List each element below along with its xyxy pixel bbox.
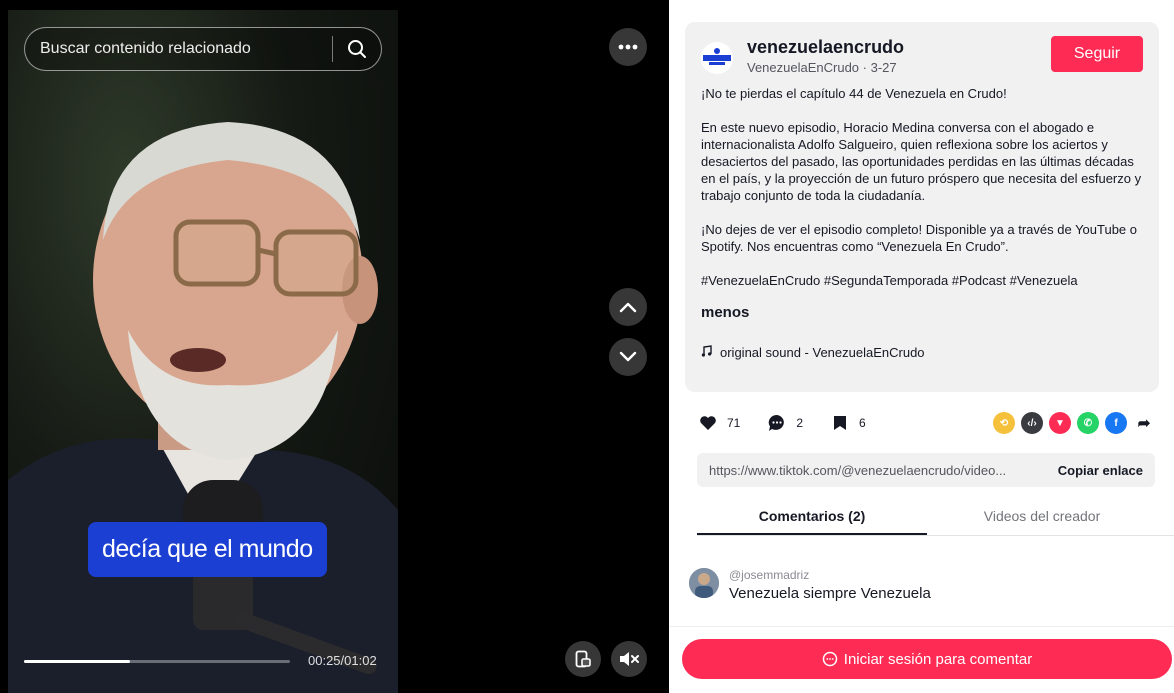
facebook-icon[interactable]: f [1105,412,1127,434]
copy-link-box: https://www.tiktok.com/@venezuelaencrudo… [697,453,1155,487]
ellipsis-icon [618,44,638,50]
comment-item: @josemmadriz Venezuela siempre Venezuela [689,568,931,602]
tab-comments[interactable]: Comentarios (2) [697,500,927,535]
time-readout: 00:25/01:02 [308,653,377,668]
comment-bubble-icon [822,651,838,667]
description-paragraph: ¡No dejes de ver el episodio completo! D… [701,222,1138,254]
progress-bar[interactable] [24,660,290,663]
follow-button[interactable]: Seguir [1051,36,1143,72]
whatsapp-icon[interactable]: ✆ [1077,412,1099,434]
music-label: original sound - VenezuelaEnCrudo [720,345,925,360]
side-panel: venezuelaencrudo VenezuelaEnCrudo · 3-27… [669,0,1174,693]
comment-text: Venezuela siempre Venezuela [729,585,931,602]
save-count: 6 [859,416,866,430]
login-bar: Iniciar sesión para comentar [669,626,1174,693]
comment-username[interactable]: @josemmadriz [729,568,931,582]
repost-icon[interactable]: ⟲ [993,412,1015,434]
embed-icon[interactable]: ‹/› [1021,412,1043,434]
more-options-button[interactable] [609,28,647,66]
previous-video-button[interactable] [609,288,647,326]
next-video-button[interactable] [609,338,647,376]
stats-row: 71 2 6 ⟲ ‹/› ▼ ✆ f ➦ [697,408,1155,438]
mute-button[interactable] [611,641,647,677]
chevron-up-icon [619,302,637,313]
chevron-down-icon [619,351,637,362]
like-button[interactable]: 71 [697,412,740,434]
bookmark-icon [829,412,851,434]
share-arrow-icon[interactable]: ➦ [1133,412,1155,434]
show-less-link[interactable]: menos [701,304,749,321]
copy-link-button[interactable]: Copiar enlace [1058,463,1143,478]
music-row[interactable]: original sound - VenezuelaEnCrudo [701,344,1143,361]
progress-fill [24,660,131,663]
send-icon[interactable]: ▼ [1049,412,1071,434]
like-count: 71 [727,416,741,430]
video-frame[interactable] [8,10,398,693]
tabs: Comentarios (2) Videos del creador [697,500,1174,536]
description-card: venezuelaencrudo VenezuelaEnCrudo · 3-27… [685,22,1159,392]
search-bar[interactable] [24,27,382,71]
commenter-avatar[interactable] [689,568,719,598]
creator-avatar[interactable] [701,42,733,74]
search-input[interactable] [25,40,332,58]
search-icon[interactable] [333,27,381,71]
video-caption: decía que el mundo [88,522,327,577]
tab-creator-videos[interactable]: Videos del creador [927,500,1157,535]
comment-body: @josemmadriz Venezuela siempre Venezuela [729,568,931,602]
heart-icon [697,412,719,434]
comment-bubble-icon [766,412,788,434]
hashtags[interactable]: #VenezuelaEnCrudo #SegundaTemporada #Pod… [701,272,1143,289]
login-label: Iniciar sesión para comentar [843,650,1033,668]
picture-in-picture-button[interactable] [565,641,601,677]
video-scene [8,122,398,693]
creator-row: venezuelaencrudo VenezuelaEnCrudo · 3-27… [701,36,1143,75]
video-description: ¡No te pierdas el capítulo 44 de Venezue… [701,85,1143,361]
description-paragraph: En este nuevo episodio, Horacio Medina c… [701,120,1142,203]
description-paragraph: ¡No te pierdas el capítulo 44 de Venezue… [701,86,1007,101]
video-player[interactable]: decía que el mundo 00:25/01:02 [0,0,669,693]
pip-icon [575,650,591,668]
volume-muted-icon [620,652,639,666]
comment-button[interactable]: 2 [766,412,803,434]
comment-count: 2 [796,416,804,430]
share-icons: ⟲ ‹/› ▼ ✆ f ➦ [987,412,1155,434]
creator-meta: VenezuelaEnCrudo · 3-27 [747,60,897,75]
creator-name[interactable]: venezuelaencrudo [747,36,904,58]
video-url: https://www.tiktok.com/@venezuelaencrudo… [709,462,1007,478]
music-note-icon [701,344,712,361]
login-to-comment-button[interactable]: Iniciar sesión para comentar [682,639,1172,679]
venezuela-en-crudo-logo [703,48,731,65]
save-button[interactable]: 6 [829,412,866,434]
creator-text: venezuelaencrudo VenezuelaEnCrudo · 3-27 [747,36,904,75]
